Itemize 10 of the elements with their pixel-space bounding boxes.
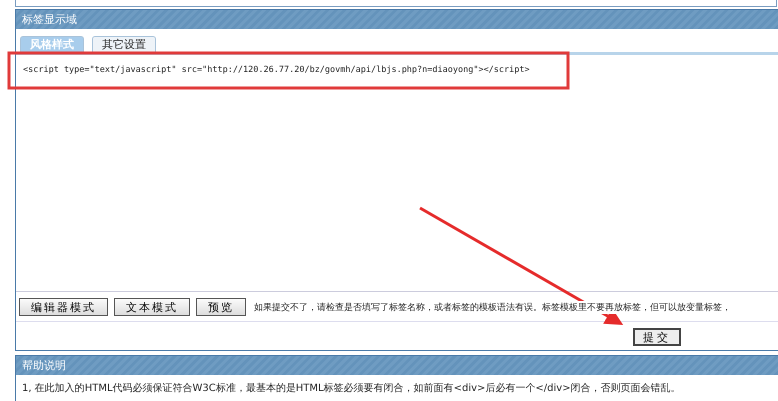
- code-text: <script type="text/javascript" src="http://120.26.77.20/bz/govmh/api/lbjs.php?n=diaoyong"></script>: [23, 65, 530, 75]
- submit-button[interactable]: 提交: [633, 328, 681, 346]
- mode-button[interactable]: 预览: [196, 298, 246, 316]
- help-text: 1, 在此加入的HTML代码必须保证符合W3C标准，最基本的是HTML标签必须要有闭合，如前面有<div>后必有一个</div>闭合，否则页面会错乱。: [21, 382, 682, 396]
- help-title-bar: 帮助说明: [16, 356, 778, 375]
- tab[interactable]: 其它设置: [92, 36, 156, 52]
- mode-button[interactable]: 文本模式: [114, 298, 190, 316]
- mode-button[interactable]: 编辑器模式: [19, 298, 108, 316]
- panel-title-bar: 标签显示域: [16, 10, 778, 29]
- code-editor[interactable]: <script type="text/javascript" src="http://120.26.77.20/bz/govmh/api/lbjs.php?n=diaoyong"></script>: [16, 55, 778, 292]
